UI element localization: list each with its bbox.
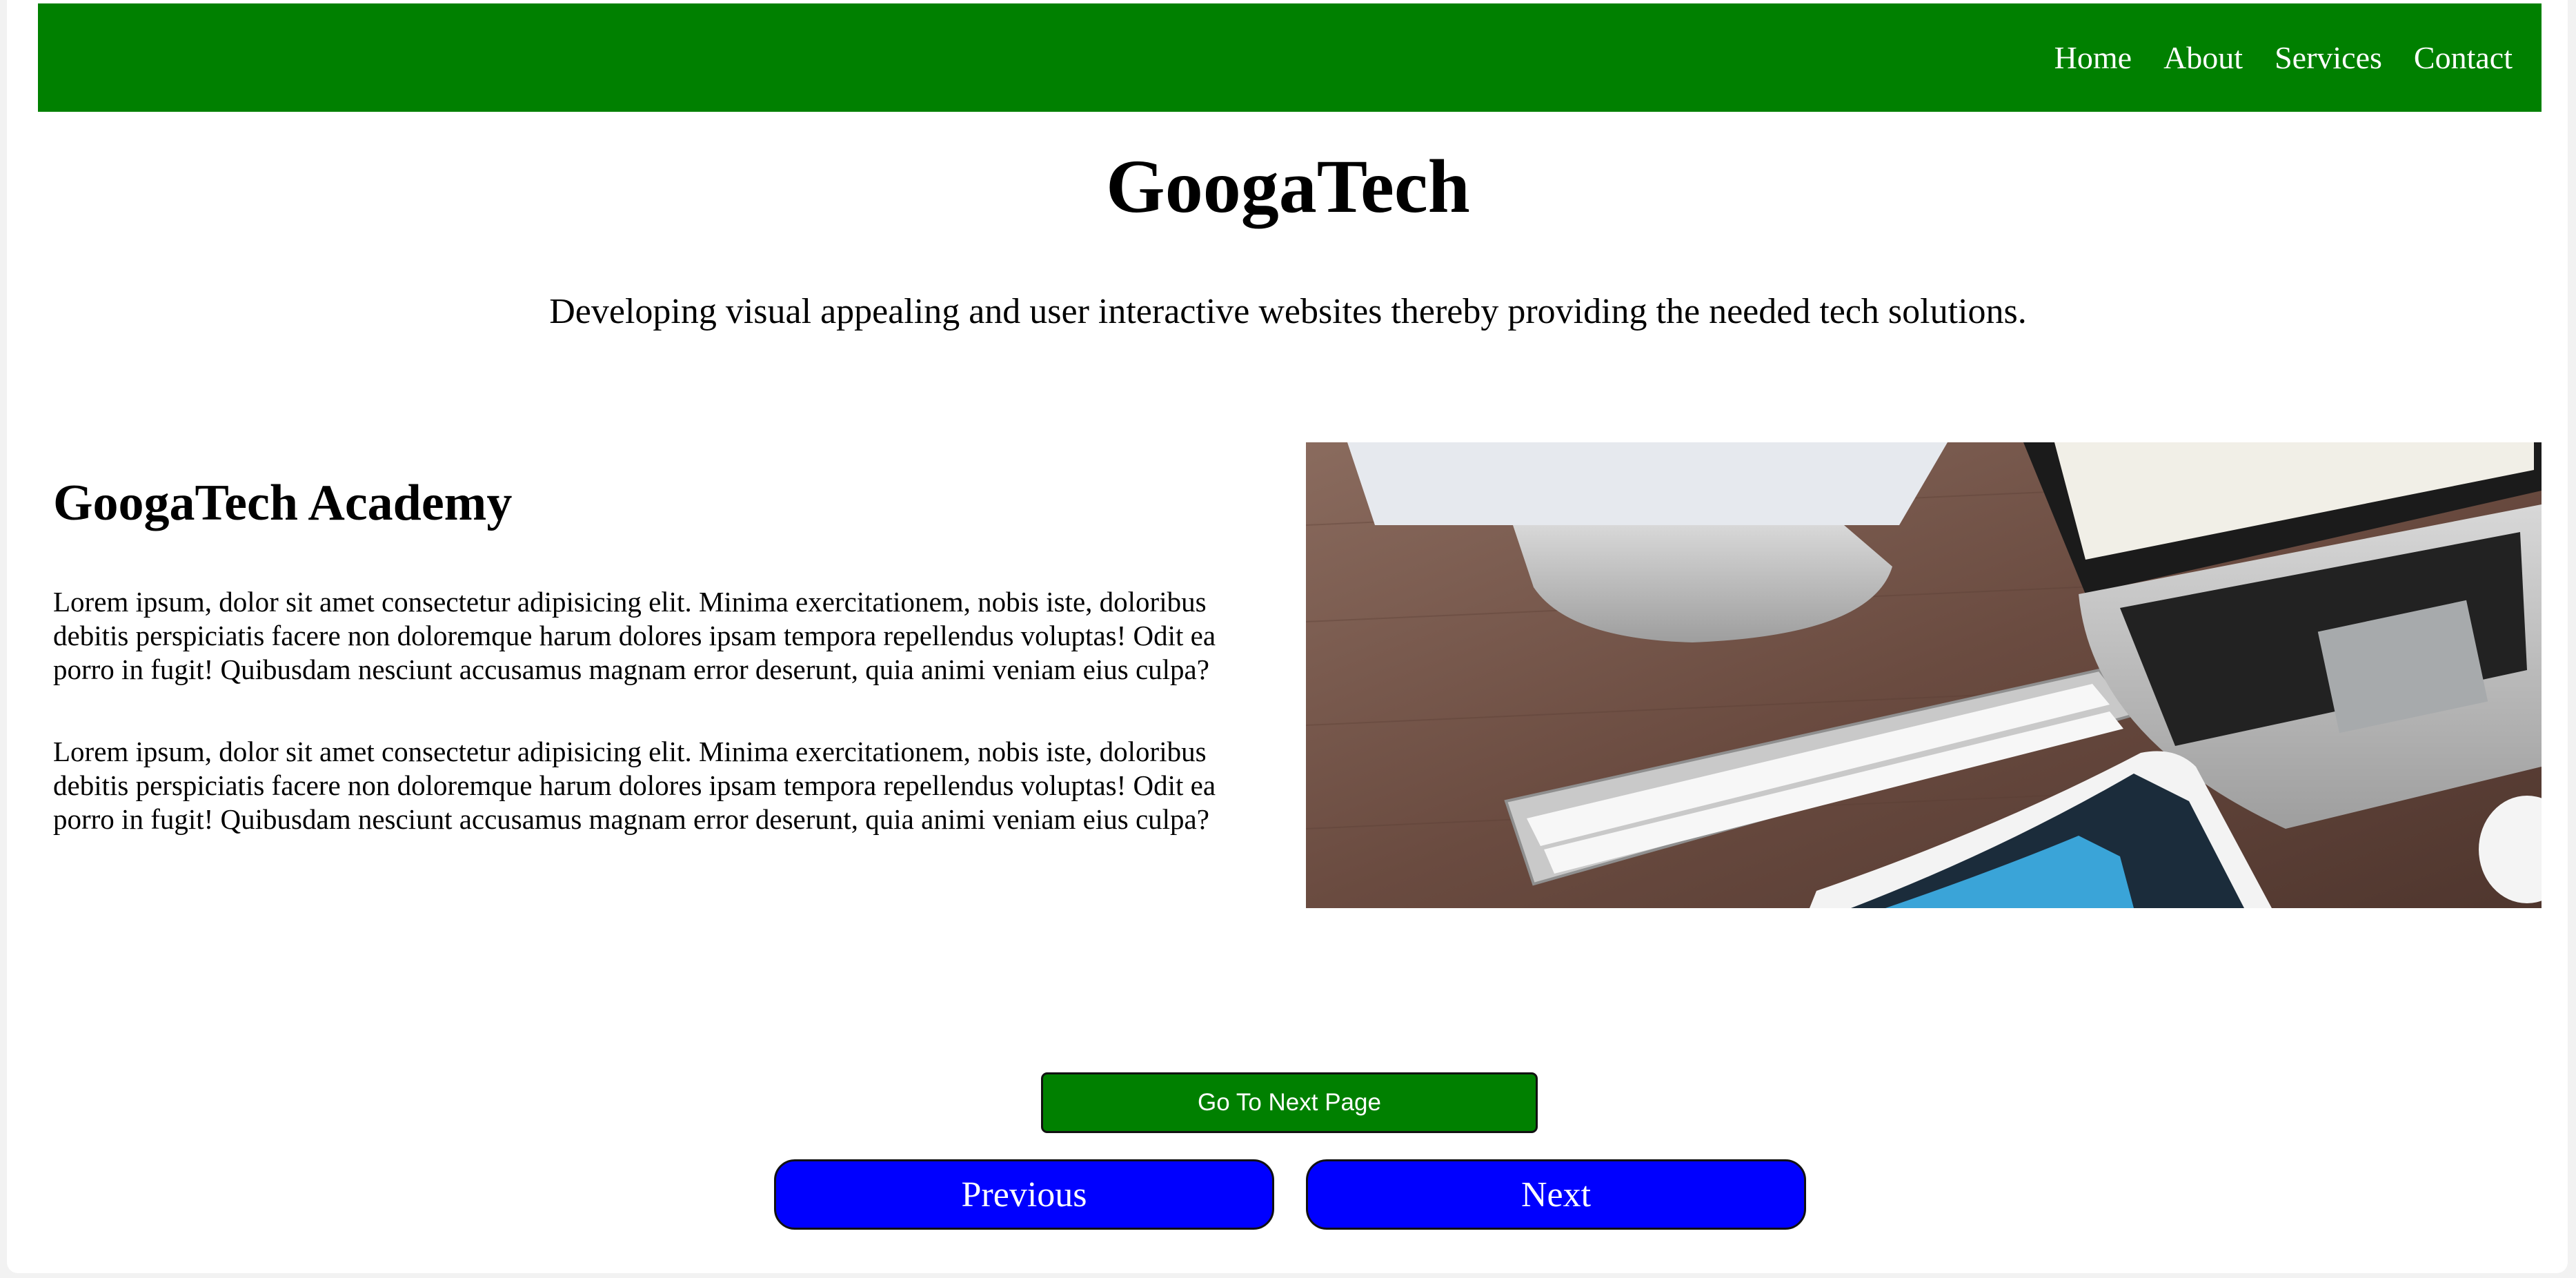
nav-link-about[interactable]: About — [2163, 40, 2243, 75]
academy-paragraph-1: Lorem ipsum, dolor sit amet consectetur … — [53, 586, 1216, 685]
site-tagline: Developing visual appealing and user int… — [549, 292, 2027, 331]
nav-link-home[interactable]: Home — [2054, 40, 2132, 75]
go-to-next-page-button[interactable]: Go To Next Page — [1041, 1072, 1538, 1133]
nav-list: Home About Services Contact — [2023, 3, 2513, 112]
next-button[interactable]: Next — [1306, 1159, 1806, 1230]
navbar: Home About Services Contact — [38, 3, 2542, 112]
academy-heading: GoogaTech Academy — [53, 475, 513, 531]
hero-image — [1306, 442, 2542, 908]
nav-link-contact[interactable]: Contact — [2414, 40, 2513, 75]
academy-paragraph-2: Lorem ipsum, dolor sit amet consectetur … — [53, 736, 1216, 835]
nav-link-services[interactable]: Services — [2275, 40, 2382, 75]
previous-button[interactable]: Previous — [774, 1159, 1274, 1230]
academy-section: GoogaTech Academy Lorem ipsum, dolor sit… — [53, 465, 1254, 885]
site-title: GoogaTech — [1106, 144, 1470, 228]
